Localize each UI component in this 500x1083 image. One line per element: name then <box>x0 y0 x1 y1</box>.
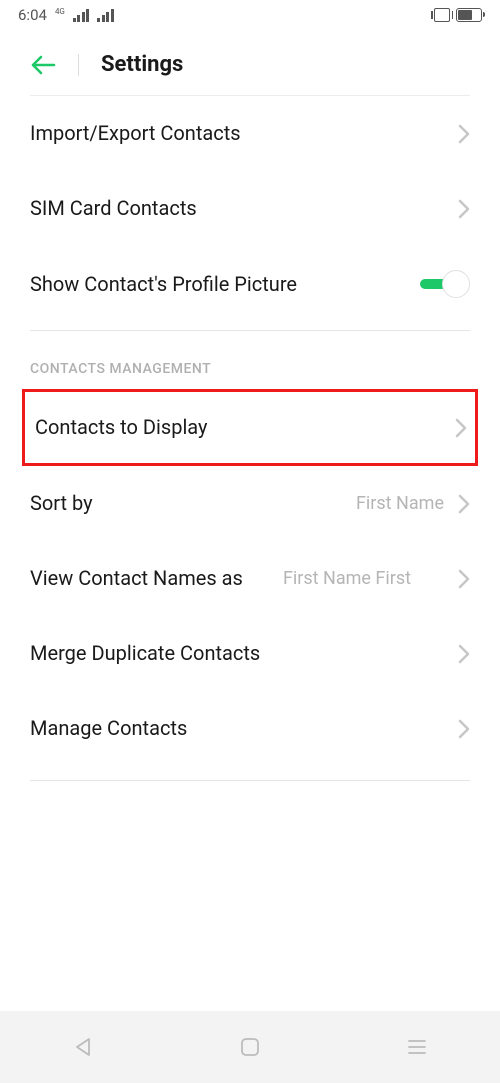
status-bar: 6:04 4G <box>0 0 500 30</box>
chevron-right-icon <box>458 124 470 144</box>
nav-home-icon[interactable] <box>239 1036 261 1058</box>
row-label: SIM Card Contacts <box>30 195 458 222</box>
back-arrow-icon[interactable] <box>30 54 56 76</box>
row-label: Sort by <box>30 490 356 517</box>
status-time: 6:04 <box>18 6 47 24</box>
page-title: Settings <box>101 52 183 77</box>
signal-icon <box>73 9 90 22</box>
view-names-as-row[interactable]: View Contact Names as First Name First <box>0 541 500 616</box>
chevron-right-icon <box>458 644 470 664</box>
chevron-right-icon <box>458 719 470 739</box>
nav-recent-icon[interactable] <box>406 1036 428 1058</box>
row-label: Contacts to Display <box>35 414 455 441</box>
signal-icon-2 <box>97 9 114 22</box>
system-nav-bar <box>0 1011 500 1083</box>
sort-by-row[interactable]: Sort by First Name <box>0 466 500 541</box>
chevron-right-icon <box>458 569 470 589</box>
header-divider <box>78 54 79 76</box>
chevron-right-icon <box>458 494 470 514</box>
import-export-row[interactable]: Import/Export Contacts <box>0 96 500 171</box>
chevron-right-icon <box>458 199 470 219</box>
row-label: View Contact Names as <box>30 565 250 592</box>
profile-picture-row[interactable]: Show Contact's Profile Picture <box>0 246 500 322</box>
network-type: 4G <box>55 7 65 16</box>
merge-duplicates-row[interactable]: Merge Duplicate Contacts <box>0 616 500 691</box>
row-label: Show Contact's Profile Picture <box>30 271 420 298</box>
row-label: Import/Export Contacts <box>30 120 458 147</box>
app-header: Settings <box>0 30 500 95</box>
row-label: Manage Contacts <box>30 715 458 742</box>
section-header-management: CONTACTS MANAGEMENT <box>0 331 500 389</box>
divider <box>30 780 470 781</box>
vibrate-icon <box>434 8 450 22</box>
row-value: First Name <box>356 493 444 514</box>
nav-back-icon[interactable] <box>72 1036 94 1058</box>
battery-icon <box>456 8 482 22</box>
sim-card-row[interactable]: SIM Card Contacts <box>0 171 500 246</box>
profile-picture-toggle[interactable] <box>420 270 470 298</box>
row-label: Merge Duplicate Contacts <box>30 640 458 667</box>
row-value: First Name First <box>283 568 411 589</box>
contacts-to-display-row[interactable]: Contacts to Display <box>22 389 478 466</box>
manage-contacts-row[interactable]: Manage Contacts <box>0 691 500 766</box>
chevron-right-icon <box>455 418 467 438</box>
